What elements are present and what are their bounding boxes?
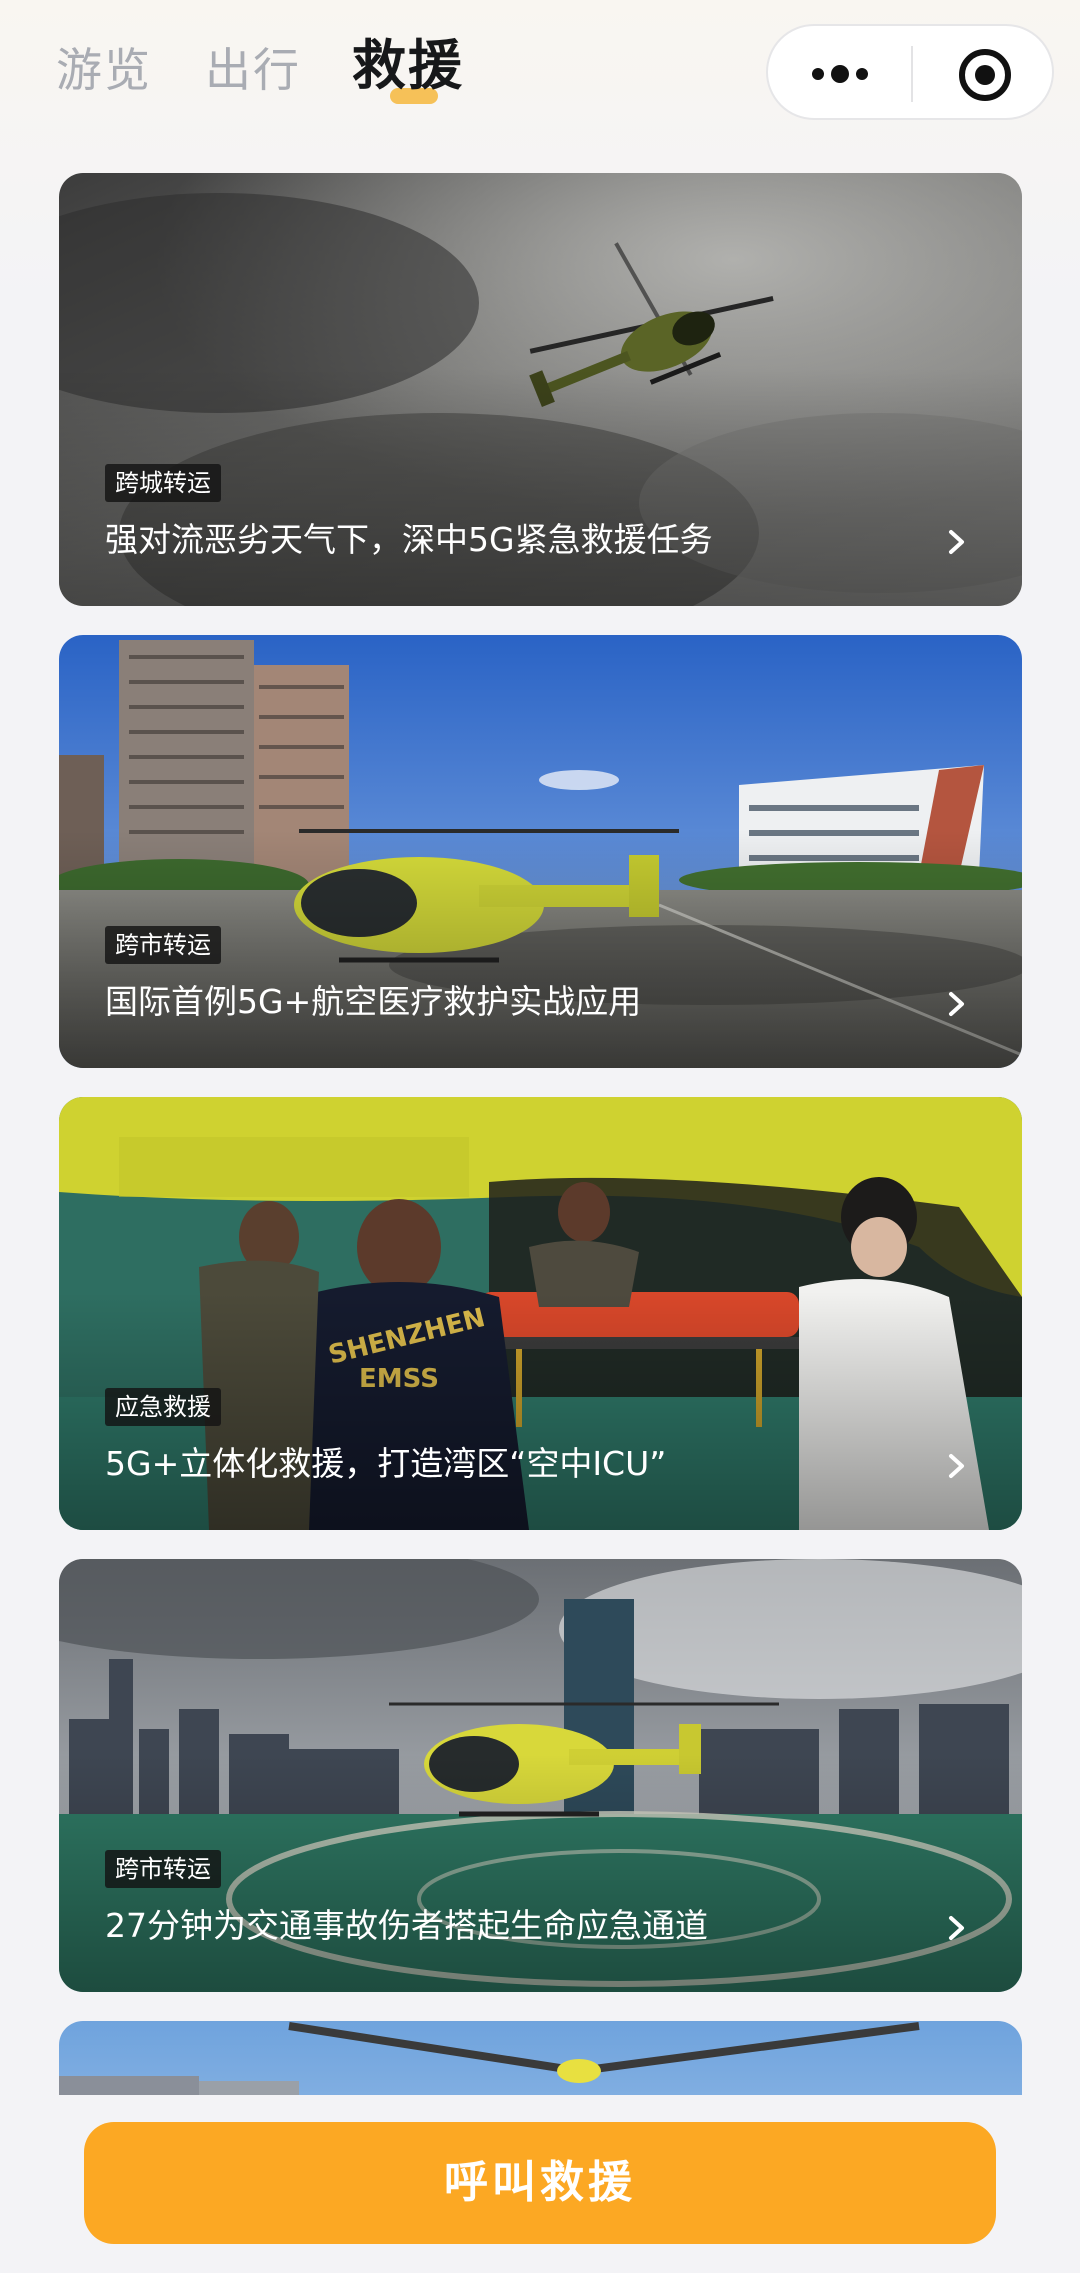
card-tag: 跨市转运 (105, 1850, 221, 1888)
chevron-right-icon (949, 530, 964, 554)
news-card-4[interactable]: 跨市转运 27分钟为交通事故伤者搭起生命应急通道 (59, 1559, 1022, 1992)
more-button[interactable] (768, 26, 911, 122)
card-tag: 应急救援 (105, 1388, 221, 1426)
close-mini-program-button[interactable] (913, 26, 1056, 122)
chevron-right-icon (949, 1454, 964, 1478)
news-card-1[interactable]: 跨城转运 强对流恶劣天气下，深中5G紧急救援任务 (59, 173, 1022, 606)
card-title: 国际首例5G+航空医疗救护实战应用 (105, 982, 642, 1021)
card-tag: 跨城转运 (105, 464, 221, 502)
tab-tour[interactable]: 游览 (56, 38, 152, 102)
tab-travel[interactable]: 出行 (205, 38, 301, 102)
call-rescue-button[interactable]: 呼叫救援 (84, 2122, 996, 2244)
rescue-page: 游览 出行 救援 跨城转运 强对流恶劣天气下，深中5G紧急救援任务 跨市转运 国… (0, 0, 1080, 2273)
card-title: 强对流恶劣天气下，深中5G紧急救援任务 (105, 520, 713, 559)
news-card-2[interactable]: 跨市转运 国际首例5G+航空医疗救护实战应用 (59, 635, 1022, 1068)
more-dots-icon (812, 65, 868, 83)
chevron-right-icon (949, 1916, 964, 1940)
mini-program-capsule (766, 24, 1054, 120)
top-nav-bar: 游览 出行 救援 (0, 0, 1080, 150)
card-title: 5G+立体化救援，打造湾区“空中ICU” (105, 1444, 667, 1483)
card-title: 27分钟为交通事故伤者搭起生命应急通道 (105, 1906, 708, 1945)
news-card-3[interactable]: SHENZHEN EMSS 应急救援 5G+立体化救援，打造湾区“空中ICU” (59, 1097, 1022, 1530)
tab-rescue[interactable]: 救援 (352, 34, 464, 98)
target-circle-icon (959, 49, 1011, 101)
chevron-right-icon (949, 992, 964, 1016)
card-tag: 跨市转运 (105, 926, 221, 964)
